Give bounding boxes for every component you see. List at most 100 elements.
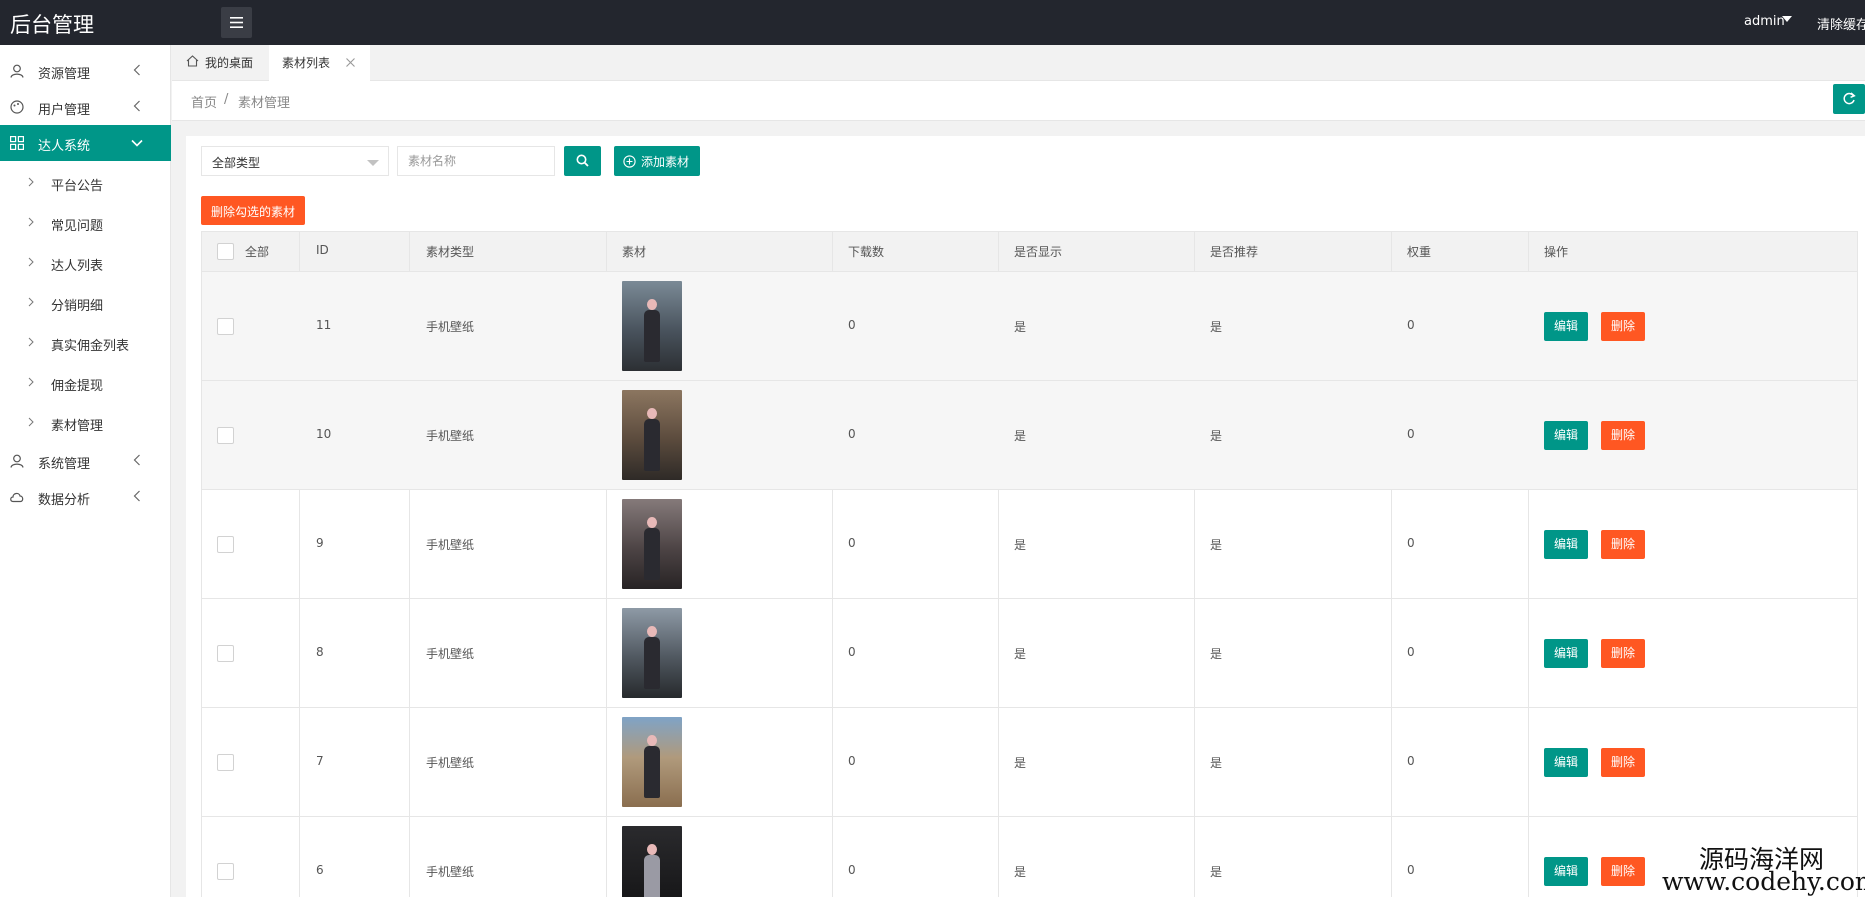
table-header: 全部 ID 素材类型 素材 下载数 是否显示 是否推荐 权重 操作	[202, 232, 1857, 272]
breadcrumb-home[interactable]: 首页	[191, 92, 217, 111]
row-downloads: 0	[848, 754, 856, 768]
row-checkbox[interactable]	[217, 427, 234, 444]
row-id: 7	[316, 754, 324, 768]
material-thumbnail[interactable]	[622, 826, 682, 897]
sidebar-subitem[interactable]: 素材管理	[0, 405, 171, 441]
row-show: 是	[1014, 756, 1027, 770]
menu-toggle-button[interactable]	[221, 7, 252, 38]
tab-home[interactable]: 我的桌面	[172, 45, 269, 81]
row-type: 手机壁纸	[426, 429, 475, 443]
close-icon[interactable]	[345, 57, 356, 68]
edit-button[interactable]: 编辑	[1544, 312, 1588, 341]
sidebar-subitem[interactable]: 平台公告	[0, 165, 171, 201]
row-id: 10	[316, 427, 332, 441]
row-type: 手机壁纸	[426, 865, 475, 879]
sidebar-subitem[interactable]: 达人列表	[0, 245, 171, 281]
chevron-right-icon	[28, 417, 34, 427]
cloud-icon	[10, 492, 24, 503]
clear-cache-link[interactable]: 清除缓存	[1817, 14, 1865, 33]
edit-button[interactable]: 编辑	[1544, 857, 1588, 886]
delete-button[interactable]: 删除	[1601, 857, 1645, 886]
delete-button[interactable]: 删除	[1601, 312, 1645, 341]
add-material-button[interactable]: 添加素材	[614, 146, 700, 176]
row-downloads: 0	[848, 427, 856, 441]
chevron-right-icon	[28, 297, 34, 307]
row-type: 手机壁纸	[426, 647, 475, 661]
chevron-left-icon	[133, 490, 140, 502]
header-material: 素材	[622, 245, 647, 259]
sidebar-subitem[interactable]: 分销明细	[0, 285, 171, 321]
delete-button[interactable]: 删除	[1601, 421, 1645, 450]
row-checkbox[interactable]	[217, 754, 234, 771]
row-checkbox[interactable]	[217, 645, 234, 662]
watermark-line-2: www.codehy.com	[1662, 867, 1865, 896]
watermark: 源码海洋网 www.codehy.com	[1662, 840, 1865, 897]
header-actions: 操作	[1544, 245, 1569, 259]
row-show: 是	[1014, 429, 1027, 443]
sidebar: 资源管理 用户管理 达人系统 平台公告 常见问题 达人列表 分销明细 真实佣金列…	[0, 45, 171, 897]
sidebar-item-analytics[interactable]: 数据分析	[0, 479, 171, 515]
breadcrumb: 首页 / 素材管理	[172, 81, 1865, 121]
row-checkbox[interactable]	[217, 318, 234, 335]
edit-button[interactable]: 编辑	[1544, 748, 1588, 777]
caret-down-icon	[367, 160, 379, 166]
row-checkbox[interactable]	[217, 536, 234, 553]
home-icon	[186, 55, 199, 67]
sidebar-subitem[interactable]: 佣金提现	[0, 365, 171, 401]
type-select[interactable]: 全部类型	[201, 146, 389, 176]
material-thumbnail[interactable]	[622, 390, 682, 480]
table-row: 10 手机壁纸 0 是 是 0 编辑 删除	[202, 381, 1857, 490]
material-thumbnail[interactable]	[622, 281, 682, 371]
row-recommend: 是	[1210, 538, 1223, 552]
row-checkbox[interactable]	[217, 863, 234, 880]
header-id: ID	[316, 243, 329, 257]
delete-button[interactable]: 删除	[1601, 530, 1645, 559]
row-id: 9	[316, 536, 324, 550]
material-thumbnail[interactable]	[622, 499, 682, 589]
material-name-input[interactable]	[397, 146, 555, 176]
row-show: 是	[1014, 865, 1027, 879]
header-weight: 权重	[1407, 245, 1432, 259]
edit-button[interactable]: 编辑	[1544, 639, 1588, 668]
breadcrumb-separator: /	[224, 92, 229, 107]
refresh-icon	[1843, 92, 1856, 105]
tab-material-list[interactable]: 素材列表	[269, 45, 370, 81]
row-recommend: 是	[1210, 756, 1223, 770]
caret-down-icon[interactable]	[1782, 16, 1792, 22]
delete-button[interactable]: 删除	[1601, 748, 1645, 777]
row-show: 是	[1014, 320, 1027, 334]
edit-button[interactable]: 编辑	[1544, 421, 1588, 450]
table-row: 11 手机壁纸 0 是 是 0 编辑 删除	[202, 272, 1857, 381]
select-all-checkbox[interactable]	[217, 243, 234, 260]
search-icon	[576, 154, 589, 167]
hamburger-icon	[230, 17, 243, 28]
search-button[interactable]	[564, 146, 601, 176]
sidebar-item-system[interactable]: 系统管理	[0, 443, 171, 479]
sidebar-item-users[interactable]: 用户管理	[0, 89, 171, 125]
header-recommend: 是否推荐	[1210, 245, 1259, 259]
chevron-right-icon	[28, 177, 34, 187]
table-row: 9 手机壁纸 0 是 是 0 编辑 删除	[202, 490, 1857, 599]
row-type: 手机壁纸	[426, 756, 475, 770]
sidebar-subitem[interactable]: 真实佣金列表	[0, 325, 171, 361]
grid-icon	[10, 136, 24, 150]
delete-selected-button[interactable]: 删除勾选的素材	[201, 196, 305, 225]
row-weight: 0	[1407, 754, 1415, 768]
breadcrumb-current: 素材管理	[238, 96, 291, 111]
delete-button[interactable]: 删除	[1601, 639, 1645, 668]
sidebar-item-resources[interactable]: 资源管理	[0, 53, 171, 89]
sidebar-item-talent-system[interactable]: 达人系统	[0, 125, 171, 161]
chevron-down-icon	[131, 139, 143, 147]
row-recommend: 是	[1210, 647, 1223, 661]
chevron-left-icon	[133, 454, 140, 466]
table-row: 6 手机壁纸 0 是 是 0 编辑 删除	[202, 817, 1857, 897]
material-thumbnail[interactable]	[622, 717, 682, 807]
user-menu[interactable]: admin	[1744, 14, 1785, 29]
sidebar-subitem[interactable]: 常见问题	[0, 205, 171, 241]
edit-button[interactable]: 编辑	[1544, 530, 1588, 559]
row-downloads: 0	[848, 536, 856, 550]
refresh-button[interactable]	[1833, 84, 1865, 114]
header-type: 素材类型	[426, 245, 475, 259]
table-row: 8 手机壁纸 0 是 是 0 编辑 删除	[202, 599, 1857, 708]
material-thumbnail[interactable]	[622, 608, 682, 698]
